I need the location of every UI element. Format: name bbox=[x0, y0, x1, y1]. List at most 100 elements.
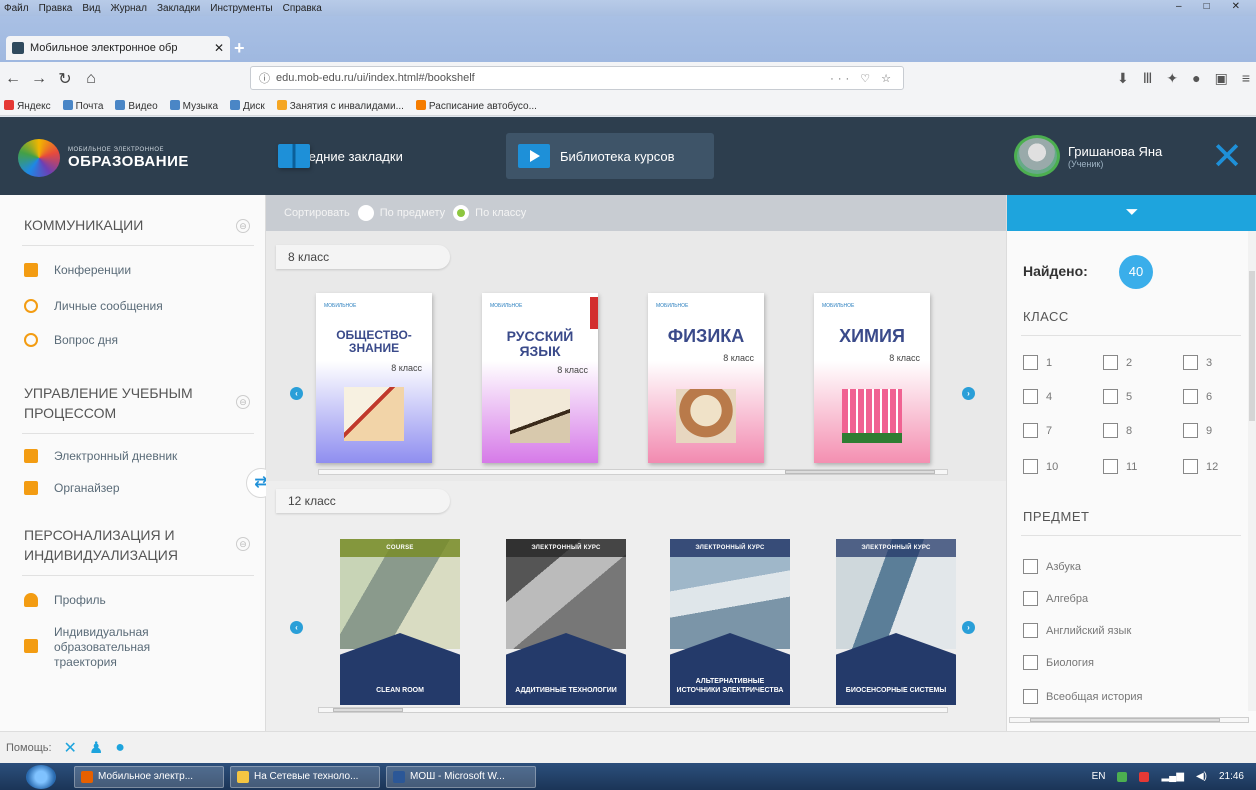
radio-sort-by-class[interactable] bbox=[453, 205, 470, 221]
scrollbar-thumb[interactable] bbox=[333, 708, 403, 712]
menu-help[interactable]: Справка bbox=[283, 3, 322, 14]
checkbox-subject[interactable]: Всеобщая история bbox=[1023, 689, 1142, 704]
taskbar-item-folder[interactable]: На Сетевые техноло... bbox=[230, 765, 380, 788]
close-icon[interactable]: ✕ bbox=[1198, 117, 1256, 195]
checkbox-class-2[interactable]: 2 bbox=[1103, 355, 1132, 370]
sidebar-item-trajectory[interactable]: Индивидуальная образовательная траектори… bbox=[24, 625, 150, 670]
checkbox-class-10[interactable]: 10 bbox=[1023, 459, 1058, 474]
chevron-right-icon[interactable]: › bbox=[962, 621, 975, 634]
chevron-left-icon[interactable]: ‹ bbox=[290, 621, 303, 634]
sidebar-item-profile[interactable]: Профиль bbox=[24, 593, 106, 608]
bookmark-music[interactable]: Музыка bbox=[169, 99, 218, 112]
back-icon[interactable]: ← bbox=[0, 70, 26, 88]
logo[interactable]: МОБИЛЬНОЕ ЭЛЕКТРОННОЕ ОБРАЗОВАНИЕ bbox=[18, 139, 189, 177]
filter-scrollbar[interactable] bbox=[1248, 231, 1256, 711]
tools-icon[interactable]: ✕ bbox=[64, 738, 77, 758]
filter-icon[interactable]: ⏷ bbox=[1007, 195, 1256, 231]
section-learning-management[interactable]: УПРАВЛЕНИЕ УЧЕБНЫМ ПРОЦЕССОМ bbox=[24, 383, 193, 423]
collapse-icon[interactable]: ⊖ bbox=[236, 395, 250, 409]
sidebar-item-diary[interactable]: Электронный дневник bbox=[24, 449, 177, 464]
bookmark-mail[interactable]: Почта bbox=[62, 99, 103, 112]
menu-view[interactable]: Вид bbox=[82, 3, 100, 14]
menu-file[interactable]: Файл bbox=[4, 3, 29, 14]
filter-subject-title[interactable]: ПРЕДМЕТ bbox=[1023, 509, 1089, 524]
page-actions-icon[interactable]: ··· ♡ ☆ bbox=[830, 72, 895, 85]
book-card[interactable]: МОБИЛЬНОЕ ФИЗИКА 8 класс bbox=[648, 293, 764, 463]
scrollbar-thumb[interactable] bbox=[1030, 718, 1220, 722]
info-help-icon[interactable]: ● bbox=[115, 739, 125, 757]
course-card[interactable]: ЭЛЕКТРОННЫЙ КУРС АДДИТИВНЫЕ ТЕХНОЛОГИИ bbox=[506, 539, 626, 705]
browser-tab-active[interactable]: Мобильное электронное обр ✕ bbox=[6, 36, 230, 60]
close-tab-icon[interactable]: ✕ bbox=[214, 41, 224, 55]
close-window-icon[interactable]: ✕ bbox=[1232, 1, 1240, 12]
start-icon[interactable] bbox=[26, 764, 56, 789]
checkbox-class-5[interactable]: 5 bbox=[1103, 389, 1132, 404]
maximize-icon[interactable]: □ bbox=[1204, 1, 1210, 12]
book-card[interactable]: МОБИЛЬНОЕ РУССКИЙ ЯЗЫК 8 класс bbox=[482, 293, 598, 463]
chevron-right-icon[interactable]: › bbox=[962, 387, 975, 400]
menu-bookmarks[interactable]: Закладки bbox=[157, 3, 200, 14]
taskbar-item-browser[interactable]: Мобильное электр... bbox=[74, 765, 224, 788]
collapse-icon[interactable]: ⊖ bbox=[236, 219, 250, 233]
tray-app-icon[interactable] bbox=[1139, 771, 1150, 782]
filter-class-title[interactable]: КЛАСС bbox=[1023, 309, 1069, 324]
forward-icon[interactable]: → bbox=[26, 70, 52, 88]
checkbox-class-8[interactable]: 8 bbox=[1103, 423, 1132, 438]
home-icon[interactable]: ⌂ bbox=[78, 70, 104, 88]
section-personalization[interactable]: ПЕРСОНАЛИЗАЦИЯ И ИНДИВИДУАЛИЗАЦИЯ bbox=[24, 525, 178, 565]
menu-edit[interactable]: Правка bbox=[39, 3, 73, 14]
filter-hscrollbar[interactable] bbox=[1009, 717, 1249, 723]
checkbox-subject[interactable]: Алгебра bbox=[1023, 591, 1088, 606]
checkbox-class-3[interactable]: 3 bbox=[1183, 355, 1212, 370]
menu-history[interactable]: Журнал bbox=[110, 3, 147, 14]
shelf-scrollbar[interactable] bbox=[318, 707, 948, 713]
clock[interactable]: 21:46 bbox=[1219, 771, 1244, 782]
url-bar[interactable]: ⓘ edu.mob-edu.ru/ui/index.html#/bookshel… bbox=[250, 66, 904, 90]
info-icon[interactable]: ⓘ bbox=[259, 70, 270, 86]
nav-course-library[interactable]: Библиотека курсов bbox=[506, 133, 714, 179]
menu-icon[interactable]: ≡ bbox=[1242, 70, 1250, 87]
scrollbar-thumb[interactable] bbox=[1249, 271, 1255, 421]
shelf-scrollbar[interactable] bbox=[318, 469, 948, 475]
scrollbar-thumb[interactable] bbox=[785, 470, 935, 474]
checkbox-class-12[interactable]: 12 bbox=[1183, 459, 1218, 474]
course-card[interactable]: COURSE CLEAN ROOM bbox=[340, 539, 460, 705]
bookmark-yandex[interactable]: Яндекс bbox=[4, 99, 51, 112]
checkbox-subject[interactable]: Азбука bbox=[1023, 559, 1081, 574]
course-card[interactable]: ЭЛЕКТРОННЫЙ КУРС АЛЬТЕРНАТИВНЫЕ ИСТОЧНИК… bbox=[670, 539, 790, 705]
chevron-left-icon[interactable]: ‹ bbox=[290, 387, 303, 400]
checkbox-class-1[interactable]: 1 bbox=[1023, 355, 1052, 370]
nav-recent-bookmarks[interactable]: Последние закладки bbox=[266, 133, 496, 179]
bookmark-video[interactable]: Видео bbox=[115, 99, 158, 112]
collapse-icon[interactable]: ⊖ bbox=[236, 537, 250, 551]
user-profile[interactable]: Гришанова Яна (Ученик) bbox=[1014, 135, 1162, 177]
menu-tools[interactable]: Инструменты bbox=[210, 3, 272, 14]
block-icon[interactable]: ● bbox=[1192, 70, 1200, 87]
addon-icon[interactable]: ✦ bbox=[1166, 70, 1178, 87]
checkbox-class-11[interactable]: 11 bbox=[1103, 459, 1137, 474]
sidebar-item-question[interactable]: Вопрос дня bbox=[24, 333, 118, 348]
network-icon[interactable]: ▂▄▆ bbox=[1161, 771, 1183, 782]
bookmark-bus[interactable]: Расписание автобусо... bbox=[415, 99, 537, 112]
sidebar-item-messages[interactable]: Личные сообщения bbox=[24, 299, 163, 314]
checkbox-class-7[interactable]: 7 bbox=[1023, 423, 1052, 438]
bookmark-disk[interactable]: Диск bbox=[230, 99, 265, 112]
book-card[interactable]: МОБИЛЬНОЕ ХИМИЯ 8 класс bbox=[814, 293, 930, 463]
checkbox-subject[interactable]: Английский язык bbox=[1023, 623, 1131, 638]
language-indicator[interactable]: EN bbox=[1092, 771, 1106, 782]
sidebar-item-conferences[interactable]: Конференции bbox=[24, 263, 131, 278]
section-communications[interactable]: КОММУНИКАЦИИ bbox=[24, 215, 143, 235]
tray-app-icon[interactable] bbox=[1117, 771, 1128, 782]
book-card[interactable]: МОБИЛЬНОЕ ОБЩЕСТВО- ЗНАНИЕ 8 класс bbox=[316, 293, 432, 463]
reload-icon[interactable]: ↻ bbox=[52, 69, 78, 89]
taskbar-item-word[interactable]: МОШ - Microsoft W... bbox=[386, 765, 536, 788]
checkbox-subject[interactable]: Биология bbox=[1023, 655, 1094, 670]
new-tab-icon[interactable]: + bbox=[234, 38, 245, 59]
sidebar-toggle-icon[interactable]: ▣ bbox=[1215, 70, 1228, 87]
bookmark-classes[interactable]: Занятия с инвалидами... bbox=[276, 99, 404, 112]
user-help-icon[interactable]: ♟ bbox=[89, 738, 103, 758]
minimize-icon[interactable]: – bbox=[1176, 1, 1182, 12]
radio-sort-by-subject[interactable] bbox=[357, 205, 374, 221]
sidebar-item-organizer[interactable]: Органайзер bbox=[24, 481, 120, 496]
checkbox-class-9[interactable]: 9 bbox=[1183, 423, 1212, 438]
